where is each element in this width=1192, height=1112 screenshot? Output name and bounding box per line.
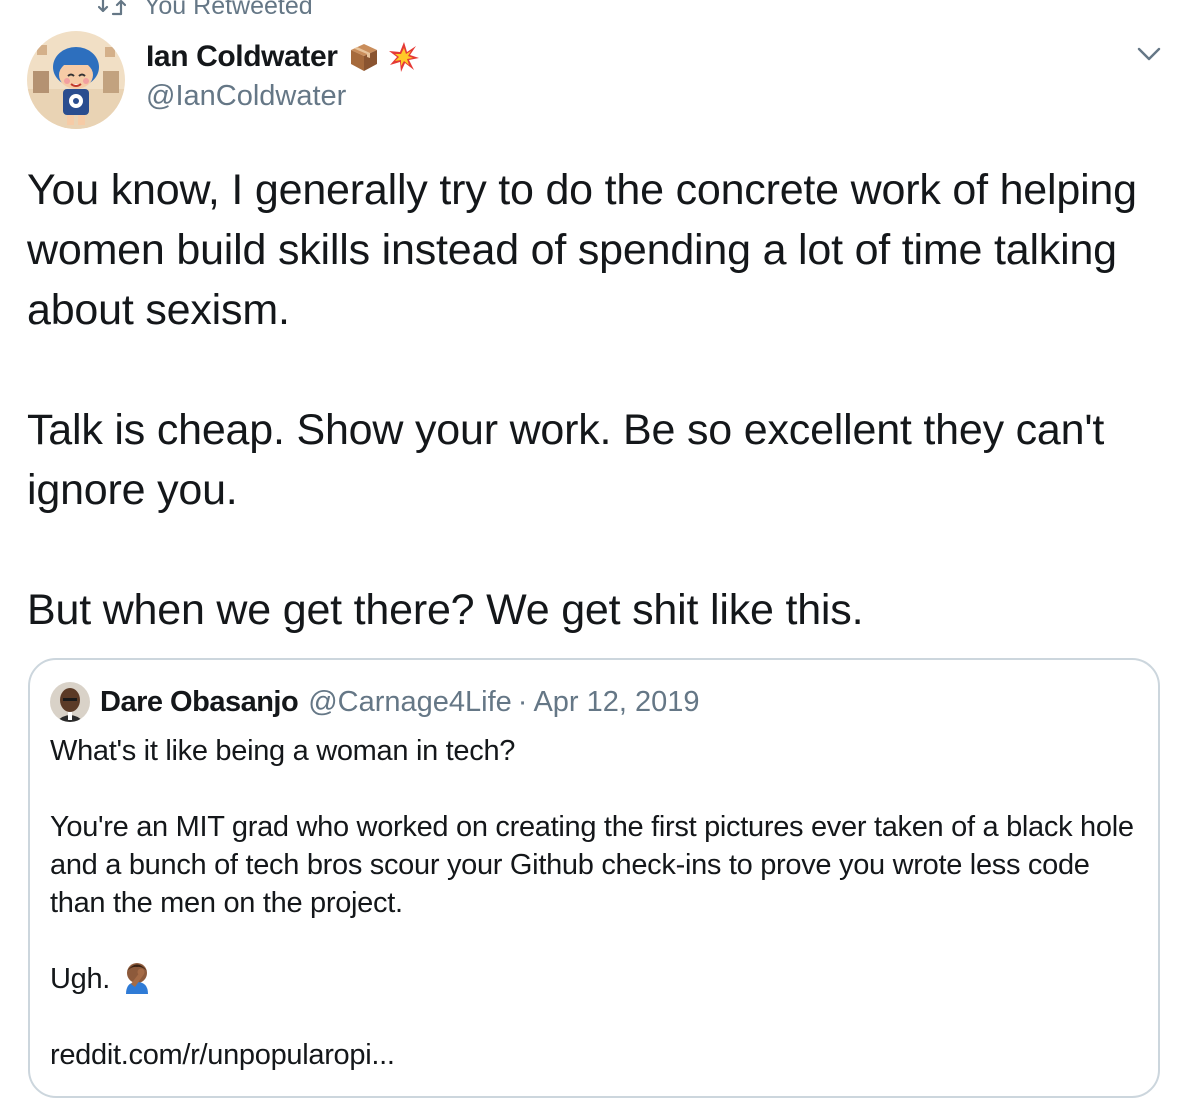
tweet-paragraph: But when we get there? We get shit like … — [27, 586, 864, 634]
facepalm-icon — [126, 963, 149, 994]
avatar-icon — [50, 682, 90, 722]
quoted-author-avatar[interactable] — [50, 682, 90, 722]
tweet-paragraph: You know, I generally try to do the conc… — [27, 166, 1137, 334]
collision-icon — [388, 42, 419, 72]
avatar-icon — [27, 31, 125, 129]
retweet-icon — [98, 0, 126, 16]
author-name[interactable]: Ian Coldwater — [146, 40, 338, 74]
tweet-paragraph: Talk is cheap. Show your work. Be so exc… — [27, 406, 1105, 514]
author-handle[interactable]: @IanColdwater — [146, 80, 346, 113]
quoted-paragraph-text: Ugh. — [50, 963, 111, 995]
quoted-tweet-text: What's it like being a woman in tech? Yo… — [50, 732, 1140, 1112]
quoted-author-name[interactable]: Dare Obasanjo — [100, 686, 299, 719]
separator-dot: · — [517, 685, 528, 718]
quoted-tweet-date[interactable]: Apr 12, 2019 — [533, 686, 699, 719]
quoted-paragraph: What's it like being a woman in tech? — [50, 735, 516, 767]
quoted-tweet-header: Dare Obasanjo @Carnage4Life · Apr 12, 20… — [50, 682, 700, 722]
quoted-link[interactable]: reddit.com/r/unpopularopi... — [50, 1036, 1140, 1074]
chevron-down-icon[interactable] — [1136, 44, 1162, 64]
package-icon — [350, 44, 377, 71]
quoted-tweet[interactable]: Dare Obasanjo @Carnage4Life · Apr 12, 20… — [28, 658, 1160, 1098]
tweet-text: You know, I generally try to do the conc… — [27, 160, 1167, 640]
retweet-label: You Retweeted — [144, 0, 313, 20]
author-name-row[interactable]: Ian Coldwater — [146, 40, 420, 74]
quoted-author-handle[interactable]: @Carnage4Life — [308, 686, 512, 719]
author-avatar[interactable] — [27, 31, 125, 129]
quoted-paragraph: You're an MIT grad who worked on creatin… — [50, 811, 1134, 919]
retweet-context: You Retweeted — [98, 0, 313, 22]
quoted-paragraph: Ugh. — [50, 960, 1140, 998]
